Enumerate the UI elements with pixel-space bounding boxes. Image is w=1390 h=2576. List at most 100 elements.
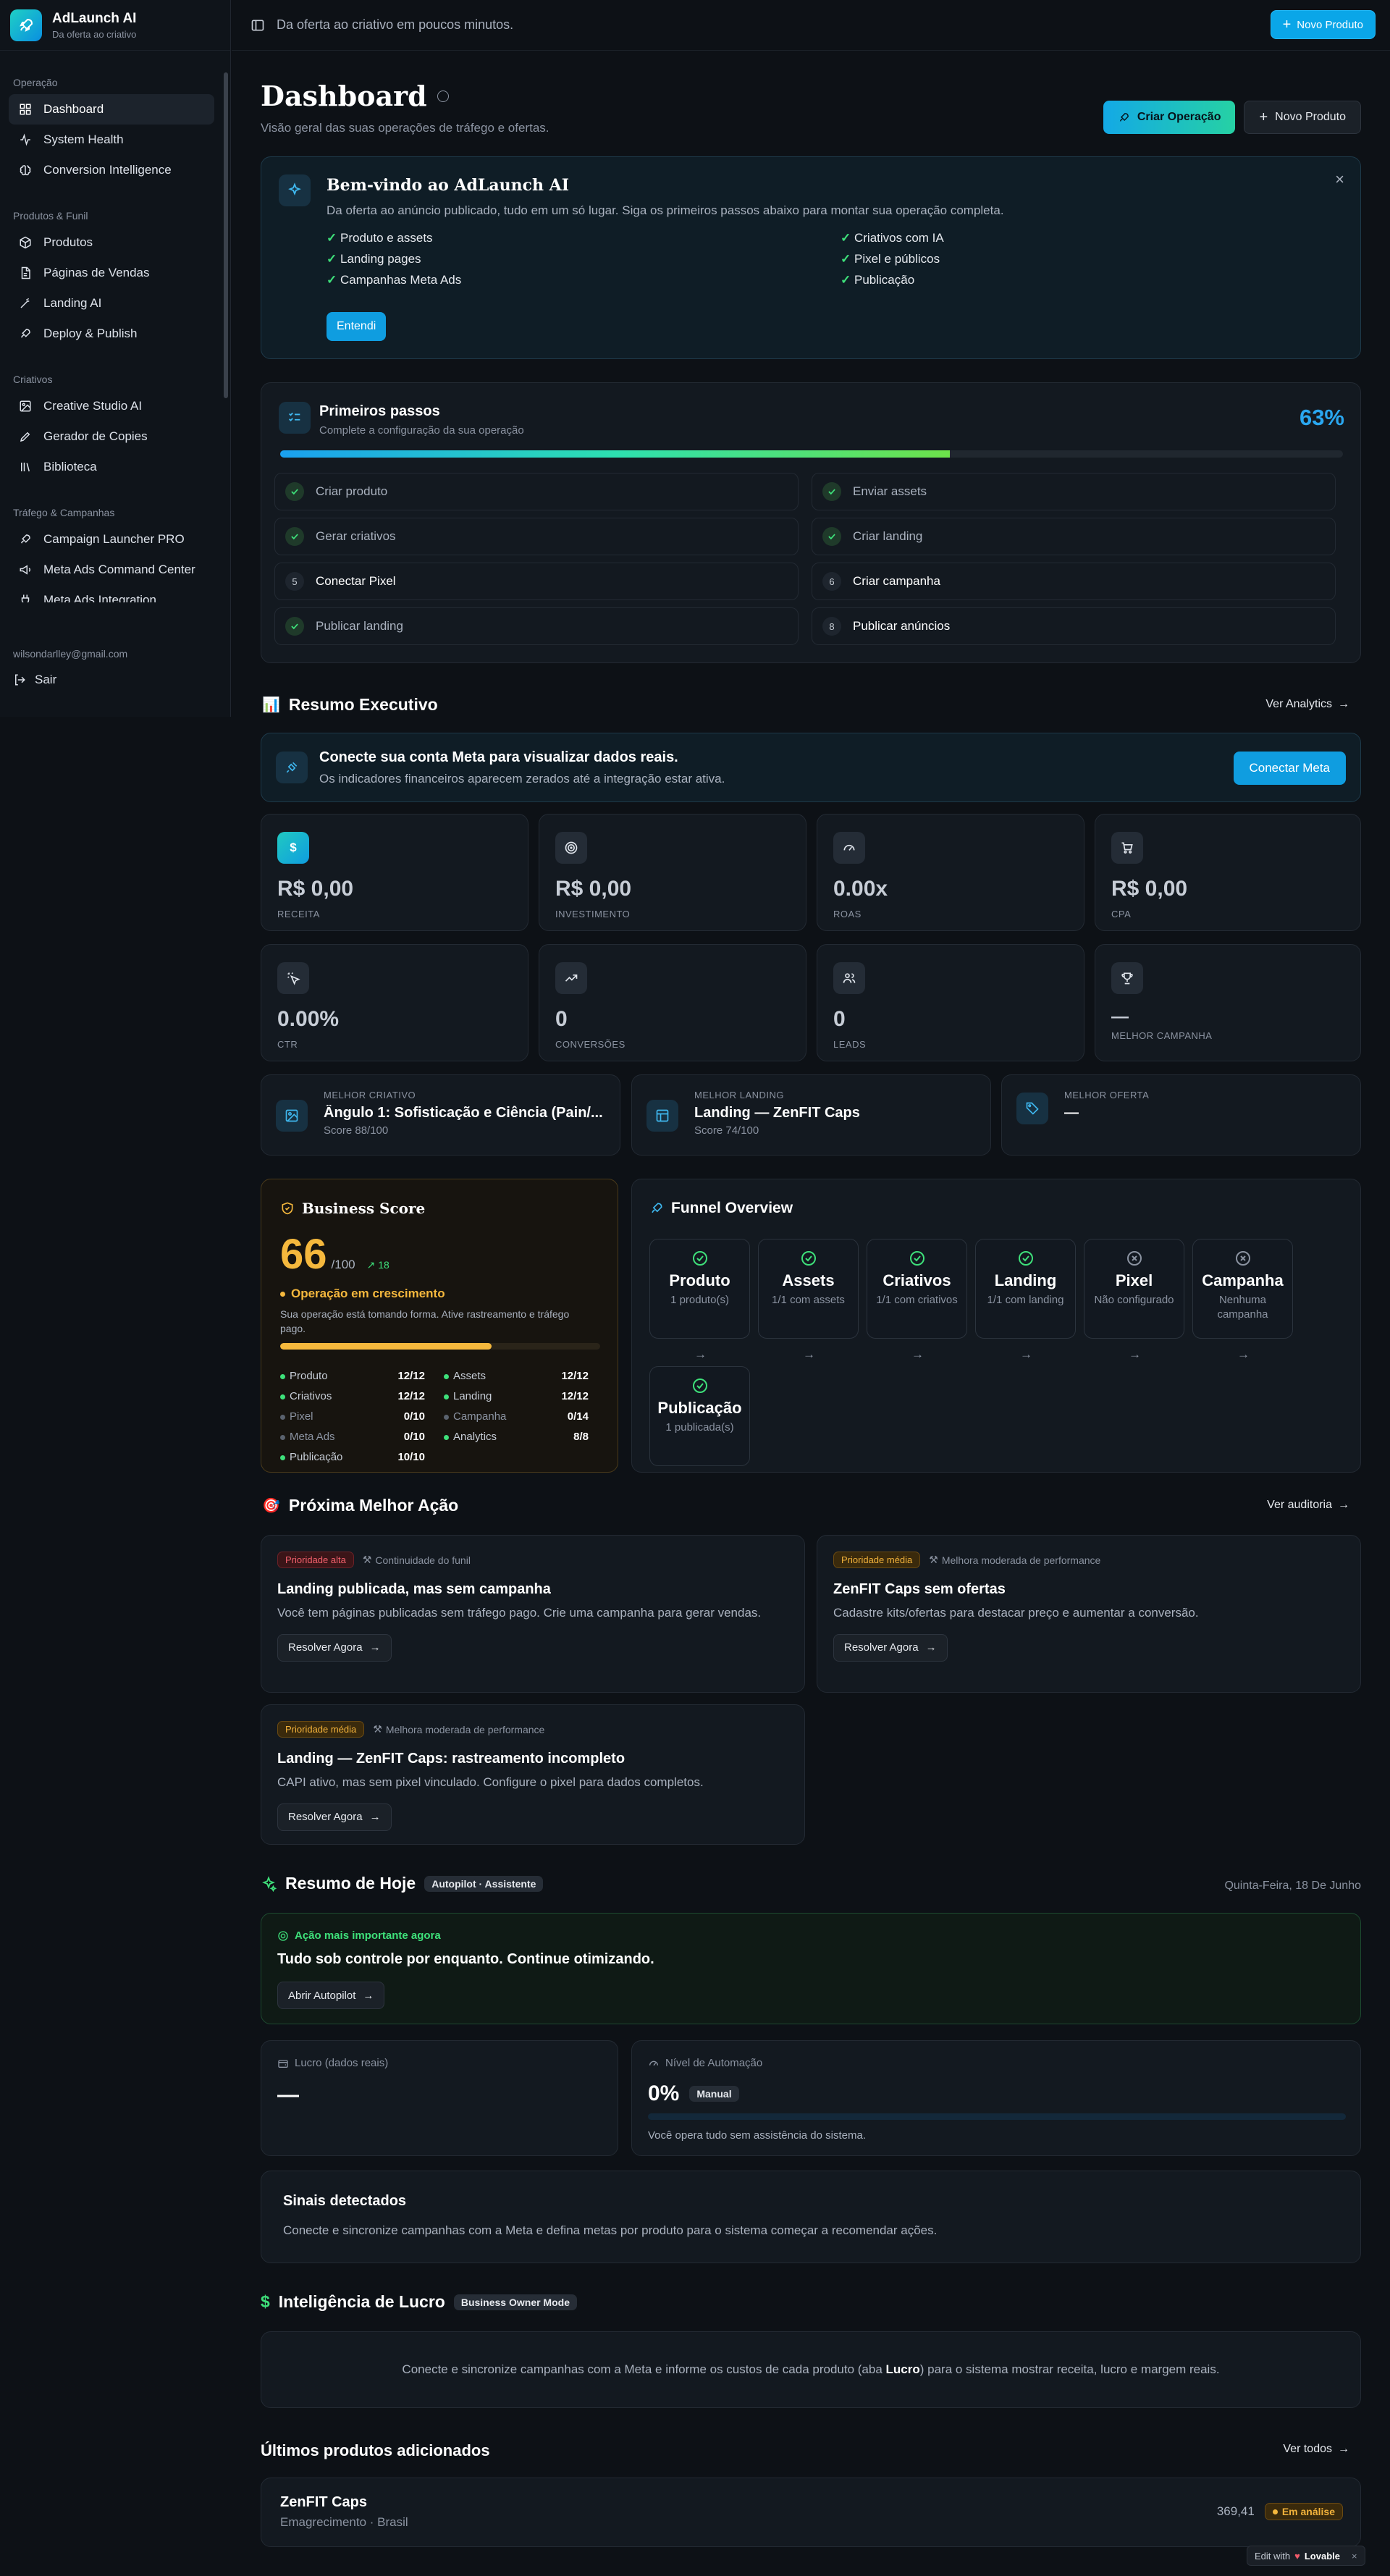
business-score-track (280, 1343, 600, 1350)
connect-meta-card: Conecte sua conta Meta para visualizar d… (261, 733, 1361, 802)
sidebar-item-label: Produtos (43, 235, 93, 249)
sidebar-item-campaign-launcher[interactable]: Campaign Launcher PRO (9, 524, 214, 555)
signals-card: Sinais detectados Conecte e sincronize c… (261, 2171, 1361, 2263)
close-icon[interactable]: × (1352, 2551, 1357, 2562)
funnel-node[interactable]: Publicação 1 publicada(s) (649, 1366, 750, 1466)
topbar-new-product-button[interactable]: + Novo Produto (1270, 10, 1376, 39)
x-circle-icon (1193, 1250, 1292, 1267)
top-priority-label: Ação mais importante agora (295, 1929, 441, 1942)
welcome-dismiss-button[interactable]: Entendi (327, 312, 387, 341)
megaphone-icon (20, 565, 30, 575)
info-icon[interactable] (437, 90, 449, 102)
step-number: 5 (285, 572, 304, 591)
action-category: ⚒ Melhora moderada de performance (929, 1554, 1101, 1566)
step-item[interactable]: 5 Conectar Pixel (274, 563, 799, 600)
connect-meta-button[interactable]: Conectar Meta (1233, 752, 1346, 785)
sidebar-item-label: Meta Ads Integration (43, 593, 156, 602)
view-audit-link[interactable]: Ver auditoria → (1267, 1499, 1349, 1512)
topbar: Da oferta ao criativo em poucos minutos.… (232, 0, 1390, 51)
kpi-value: 0.00% (277, 1007, 340, 1031)
step-label: Enviar assets (853, 484, 927, 498)
today-date: Quinta-Feira, 18 De Junho (1224, 1880, 1361, 1892)
kpi-card-cpa: R$ 0,00 CPA (1095, 814, 1361, 931)
sidebar-toggle-icon[interactable] (250, 18, 265, 33)
profit-intel-title: $ Inteligência de Lucro Business Owner M… (261, 2292, 577, 2312)
welcome-item: ✓ Criativos com IA (841, 231, 944, 245)
product-price: 369,41 (1216, 2504, 1255, 2518)
logout-button[interactable]: Sair (13, 673, 217, 687)
heart-icon: ♥ (1294, 2550, 1300, 2562)
first-steps-progress-fill (280, 450, 950, 458)
step-item[interactable]: 6 Criar campanha (812, 563, 1336, 600)
step-item[interactable]: Enviar assets (812, 473, 1336, 510)
first-steps-subtitle: Complete a configuração da sua operação (319, 424, 524, 437)
step-item[interactable]: Criar produto (274, 473, 799, 510)
step-item[interactable]: 8 Publicar anúncios (812, 607, 1336, 645)
priority-badge: Prioridade média (833, 1552, 921, 1568)
dollar-icon: $ (261, 2292, 270, 2311)
view-all-link[interactable]: Ver todos → (1283, 2443, 1349, 2456)
brand[interactable]: AdLaunch AI Da oferta ao criativo (0, 0, 230, 51)
funnel-node[interactable]: Criativos 1/1 com criativos (867, 1239, 967, 1339)
profit-intel-message: Conecte e sincronize campanhas com a Met… (402, 2362, 1220, 2376)
kpi-label: INVESTIMENTO (555, 909, 631, 919)
sidebar-item-produtos[interactable]: Produtos (9, 227, 214, 258)
page-subtitle: Visão geral das suas operações de tráfeg… (261, 121, 549, 135)
sidebar-section-trafego: Tráfego & Campanhas (13, 507, 115, 518)
arrow-right-icon: → (694, 1347, 707, 1361)
sidebar-item-gerador-copies[interactable]: Gerador de Copies (9, 421, 214, 452)
sidebar-item-landing-ai[interactable]: Landing AI (9, 288, 214, 319)
business-score-header: Business Score (280, 1200, 425, 1217)
view-analytics-link[interactable]: Ver Analytics → (1265, 698, 1349, 711)
trend-icon (555, 962, 587, 994)
funnel-node[interactable]: Pixel Não configurado (1084, 1239, 1184, 1339)
score-row: Landing 12/12 (444, 1386, 589, 1407)
lovable-badge[interactable]: Edit with ♥ Lovable × (1247, 2546, 1365, 2566)
product-row[interactable]: ZenFIT Caps Emagrecimento · Brasil 369,4… (261, 2478, 1361, 2547)
resolve-now-button[interactable]: Resolver Agora → (277, 1803, 392, 1831)
open-autopilot-button[interactable]: Abrir Autopilot → (277, 1982, 385, 2009)
resolve-now-button[interactable]: Resolver Agora → (277, 1633, 392, 1662)
best-creative-card[interactable]: MELHOR CRIATIVO Ângulo 1: Sofisticação e… (261, 1074, 620, 1156)
logout-icon (15, 674, 25, 686)
step-item[interactable]: Criar landing (812, 518, 1336, 555)
wand-icon: ⚒ (362, 1554, 372, 1565)
sidebar-item-meta-ads-integration[interactable]: Meta Ads Integration (9, 585, 214, 602)
action-title: Landing publicada, mas sem campanha (277, 1581, 551, 1597)
action-title: ZenFIT Caps sem ofertas (833, 1581, 1006, 1597)
page-title: Dashboard (261, 80, 427, 112)
sidebar-item-paginas-de-vendas[interactable]: Páginas de Vendas (9, 258, 214, 288)
sidebar-scrollbar[interactable] (224, 72, 228, 398)
sidebar-item-meta-ads-command[interactable]: Meta Ads Command Center (9, 555, 214, 585)
step-item[interactable]: Publicar landing (274, 607, 799, 645)
sidebar-item-conversion-intelligence[interactable]: Conversion Intelligence (9, 155, 214, 185)
best-label: MELHOR OFERTA (1064, 1090, 1150, 1100)
sidebar-item-biblioteca[interactable]: Biblioteca (9, 452, 214, 482)
funnel-node[interactable]: Campanha Nenhuma campanha (1192, 1239, 1293, 1339)
score-row: Meta Ads 0/10 (280, 1427, 425, 1447)
user-email: wilsondarlley@gmail.com (13, 648, 128, 660)
arrow-right-icon: → (925, 1641, 937, 1654)
resolve-now-button[interactable]: Resolver Agora → (833, 1633, 948, 1662)
step-item[interactable]: Gerar criativos (274, 518, 799, 555)
sidebar-item-dashboard[interactable]: Dashboard (9, 94, 214, 125)
funnel-node[interactable]: Produto 1 produto(s) (649, 1239, 750, 1339)
kpi-label: ROAS (833, 909, 862, 919)
profit-real-card: Lucro (dados reais) — (261, 2040, 618, 2156)
sidebar-item-deploy-publish[interactable]: Deploy & Publish (9, 319, 214, 349)
brain-icon (20, 165, 31, 176)
sidebar-item-system-health[interactable]: System Health (9, 125, 214, 155)
funnel-node[interactable]: Landing 1/1 com landing (975, 1239, 1076, 1339)
arrow-right-icon: → (803, 1347, 815, 1361)
new-product-button[interactable]: + Novo Produto (1244, 101, 1361, 134)
check-circle-icon (759, 1250, 858, 1267)
lovable-brand: Lovable (1304, 2550, 1340, 2562)
sidebar-item-creative-studio[interactable]: Creative Studio AI (9, 391, 214, 421)
best-offer-card[interactable]: MELHOR OFERTA — (1001, 1074, 1361, 1156)
close-icon[interactable]: × (1335, 170, 1344, 189)
funnel-node[interactable]: Assets 1/1 com assets (758, 1239, 859, 1339)
gauge-icon (833, 832, 865, 864)
create-operation-button[interactable]: Criar Operação (1103, 101, 1236, 134)
sidebar-section-criativos: Criativos (13, 374, 53, 385)
best-landing-card[interactable]: MELHOR LANDING Landing — ZenFIT Caps Sco… (631, 1074, 991, 1156)
